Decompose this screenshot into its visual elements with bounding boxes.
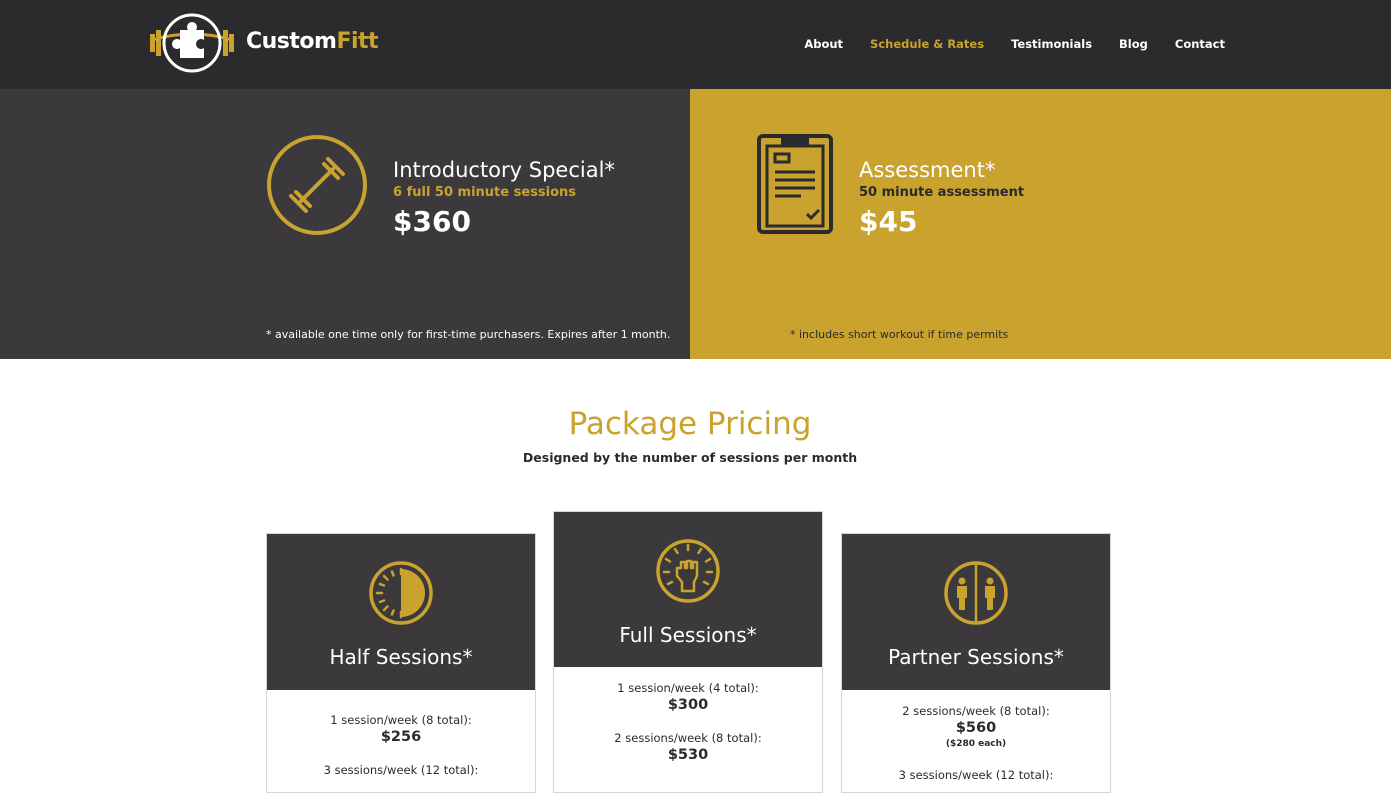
tier-price: $300 — [667, 697, 709, 713]
full-sessions-card: Full Sessions* 1 session/week (4 total):… — [553, 511, 823, 793]
assessment-panel: Assessment* 50 minute assessment $45 * i… — [690, 89, 1391, 359]
half-sessions-card: Half Sessions* 1 session/week (8 total):… — [266, 533, 536, 793]
card-header: Partner Sessions* — [842, 534, 1110, 690]
half-sessions-title: Half Sessions* — [329, 645, 473, 669]
main-nav: About Schedule & Rates Testimonials Blog… — [777, 37, 1225, 51]
full-sessions-title: Full Sessions* — [619, 623, 757, 647]
puzzle-barbell-logo-icon — [150, 13, 234, 73]
card-header: Full Sessions* — [554, 512, 822, 667]
tier-label: 2 sessions/week (8 total): — [614, 731, 762, 745]
clipboard-icon — [757, 134, 833, 234]
tier-label: 1 session/week (8 total): — [330, 713, 472, 727]
tier-price: $530 — [667, 747, 709, 763]
intro-special-panel: Introductory Special* 6 full 50 minute s… — [0, 89, 690, 359]
card-header: Half Sessions* — [267, 534, 535, 690]
nav-testimonials[interactable]: Testimonials — [1011, 37, 1092, 51]
brand-name: CustomFitt — [246, 29, 379, 54]
nav-schedule-rates[interactable]: Schedule & Rates — [870, 37, 984, 51]
assessment-subtitle: 50 minute assessment — [859, 185, 1025, 200]
site-logo[interactable]: CustomFitt — [150, 12, 379, 74]
half-timer-icon — [369, 561, 433, 625]
package-pricing-title: Package Pricing — [568, 406, 812, 442]
nav-contact[interactable]: Contact — [1175, 37, 1225, 51]
tier-each-price: ($280 each) — [945, 739, 1007, 749]
intro-subtitle: 6 full 50 minute sessions — [393, 185, 577, 200]
tier-label: 3 sessions/week (12 total): — [323, 763, 479, 777]
intro-title: Introductory Special* — [393, 158, 615, 182]
intro-note: * available one time only for first-time… — [266, 328, 671, 341]
tier-label: 2 sessions/week (8 total): — [902, 704, 1050, 718]
site-header: CustomFitt About Schedule & Rates Testim… — [0, 0, 1391, 89]
tier-price: $560 — [955, 720, 997, 736]
package-pricing-subtitle: Designed by the number of sessions per m… — [522, 450, 858, 465]
dumbbell-icon — [267, 135, 367, 235]
tier-price: $256 — [380, 729, 422, 745]
partners-icon — [944, 561, 1008, 625]
intro-price: $360 — [393, 205, 471, 238]
assessment-note: * includes short workout if time permits — [790, 328, 1009, 341]
assessment-price: $45 — [859, 205, 918, 238]
tier-label: 1 session/week (4 total): — [617, 681, 759, 695]
partner-sessions-card: Partner Sessions* 2 sessions/week (8 tot… — [841, 533, 1111, 793]
nav-blog[interactable]: Blog — [1119, 37, 1148, 51]
partner-sessions-title: Partner Sessions* — [888, 645, 1064, 669]
nav-about[interactable]: About — [804, 37, 843, 51]
raised-fist-icon — [656, 539, 720, 603]
tier-label: 3 sessions/week (12 total): — [898, 768, 1054, 782]
assessment-title: Assessment* — [859, 158, 996, 182]
